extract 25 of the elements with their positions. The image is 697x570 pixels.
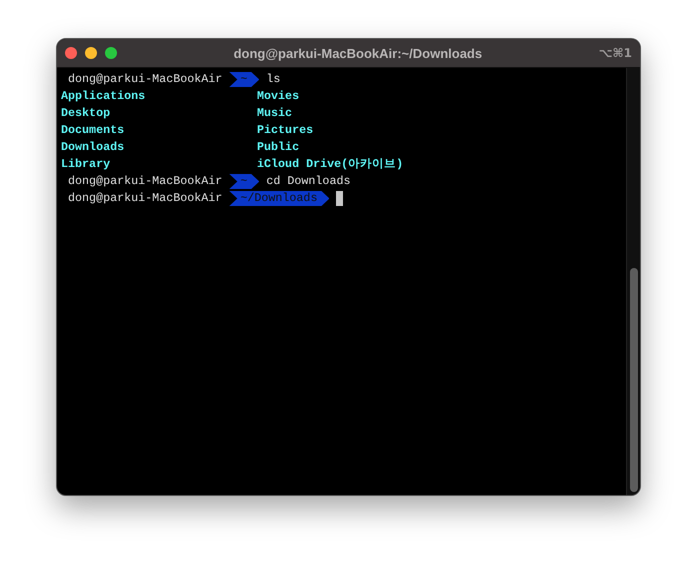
command-text: cd Downloads (266, 173, 350, 190)
directory-name: Music (257, 105, 294, 122)
directory-name: Library (61, 156, 112, 173)
scrollbar-thumb[interactable] (630, 268, 638, 492)
scrollbar[interactable] (626, 68, 640, 495)
directory-name: Public (257, 139, 300, 156)
directory-name: Desktop (61, 105, 112, 122)
path-segment: ~ (229, 174, 260, 189)
shortcut-label: ⌥⌘1 (598, 46, 632, 60)
prompt-user: dong@parkui-MacBookAir (67, 173, 222, 190)
command-text: ls (266, 71, 280, 88)
minimize-button[interactable] (85, 47, 97, 59)
directory-name: Documents (61, 122, 126, 139)
directory-name: Movies (257, 88, 300, 105)
path-segment: ~ (229, 72, 260, 87)
directory-name: iCloud Drive(아카이브) (257, 156, 404, 173)
zoom-button[interactable] (105, 47, 117, 59)
directory-name: Applications (61, 88, 146, 105)
path-segment: ~/Downloads (229, 191, 330, 206)
prompt-user: dong@parkui-MacBookAir (67, 190, 222, 207)
directory-name: Pictures (257, 122, 314, 139)
close-button[interactable] (65, 47, 77, 59)
window-title: dong@parkui-MacBookAir:~/Downloads (232, 46, 484, 60)
prompt-user: dong@parkui-MacBookAir (67, 71, 222, 88)
directory-name: Downloads (61, 139, 126, 156)
